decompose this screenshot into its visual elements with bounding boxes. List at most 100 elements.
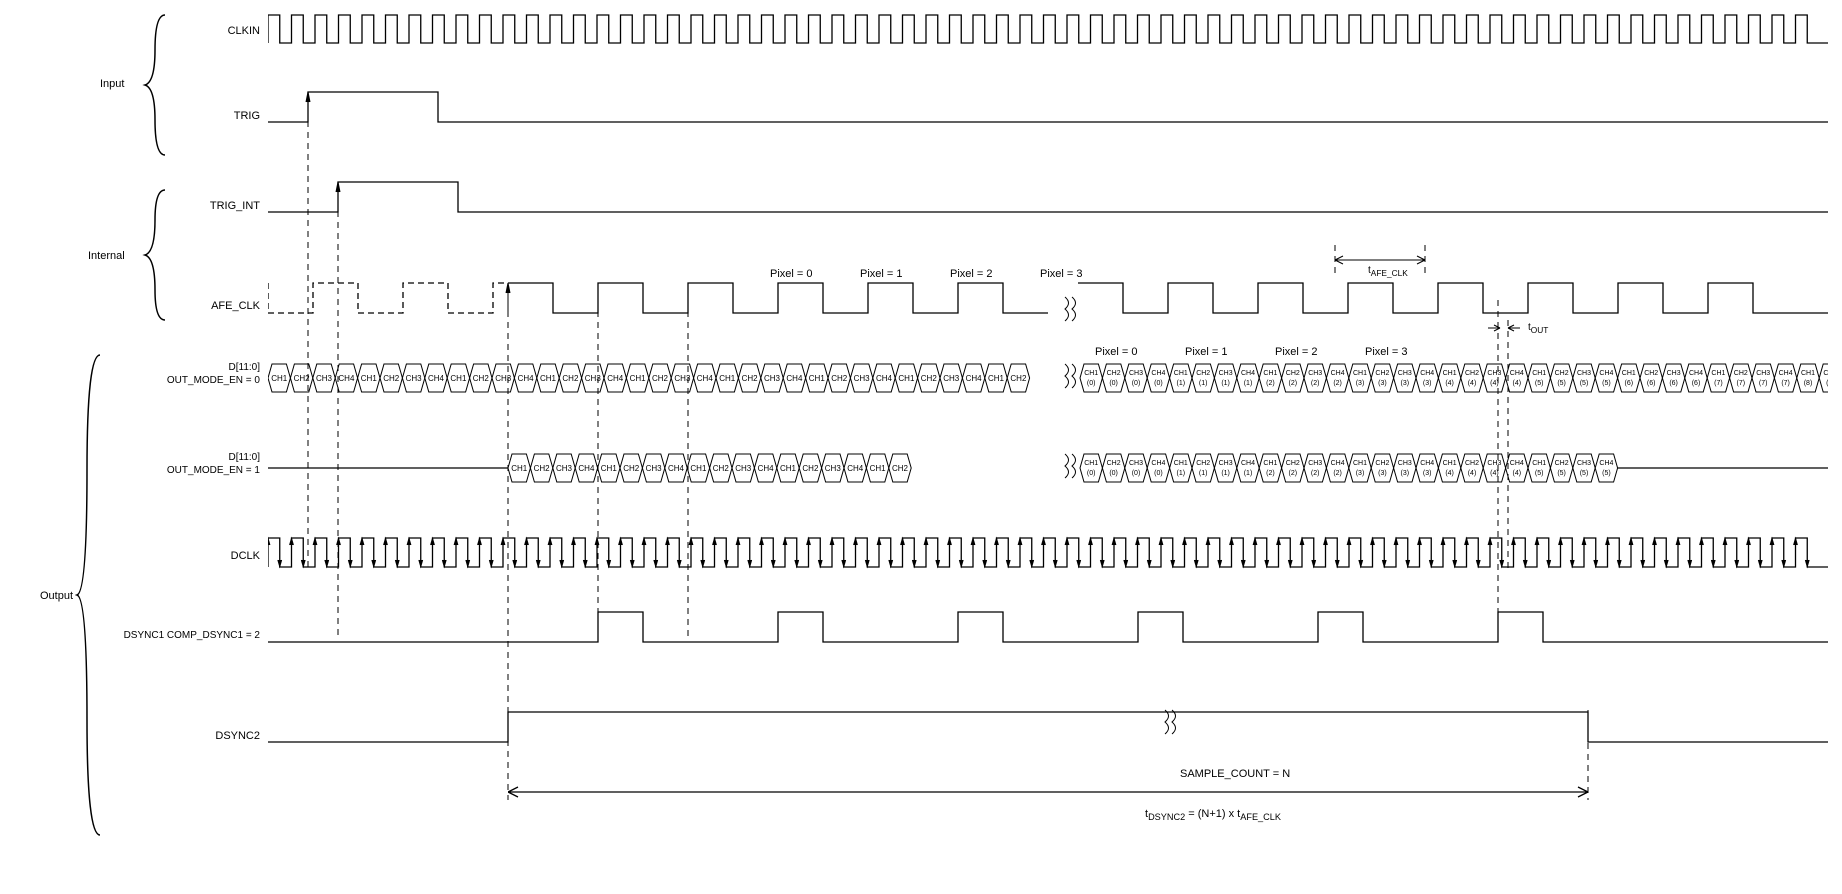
svg-text:(7): (7)	[1759, 380, 1768, 387]
waveform-d0: CH1 CH2 CH3 CH4 CH1 CH2 CH3 CH4 CH1 CH2 CH3 CH4 CH1 C…	[268, 360, 1828, 396]
svg-text:CH4: CH4	[578, 464, 595, 473]
svg-text:CH4: CH4	[518, 374, 535, 383]
pixel-label-afe-2: Pixel = 2	[950, 268, 993, 280]
svg-text:(0): (0)	[1087, 470, 1096, 477]
svg-text:(6): (6)	[1692, 380, 1701, 387]
svg-text:CH2: CH2	[1644, 370, 1658, 377]
svg-text:CH1: CH1	[690, 464, 707, 473]
svg-text:CH2: CH2	[1107, 460, 1121, 467]
waveform-dclk	[268, 535, 1828, 570]
svg-text:CH3: CH3	[1129, 370, 1143, 377]
svg-text:CH1: CH1	[719, 374, 736, 383]
svg-text:CH3: CH3	[854, 374, 871, 383]
svg-text:CH2: CH2	[1823, 370, 1828, 377]
svg-text:CH4: CH4	[1779, 370, 1793, 377]
svg-text:CH3: CH3	[735, 464, 752, 473]
svg-text:CH1: CH1	[1084, 370, 1098, 377]
svg-text:CH3: CH3	[1219, 460, 1233, 467]
svg-text:CH4: CH4	[668, 464, 685, 473]
svg-text:CH4: CH4	[786, 374, 803, 383]
svg-text:(4): (4)	[1468, 380, 1477, 387]
label-d1-2: OUT_MODE_EN = 1	[110, 465, 260, 476]
svg-text:CH2: CH2	[713, 464, 730, 473]
svg-text:CH4: CH4	[1689, 370, 1703, 377]
svg-text:CH4: CH4	[1420, 370, 1434, 377]
svg-text:CH2: CH2	[652, 374, 669, 383]
svg-text:CH1: CH1	[1174, 370, 1188, 377]
t-afe-clk-label: tAFE_CLK	[1368, 265, 1408, 278]
svg-text:(7): (7)	[1714, 380, 1723, 387]
svg-text:CH4: CH4	[876, 374, 893, 383]
svg-text:(4): (4)	[1490, 380, 1499, 387]
svg-text:(6): (6)	[1647, 380, 1656, 387]
svg-text:CH4: CH4	[1151, 370, 1165, 377]
svg-text:(3): (3)	[1378, 470, 1387, 477]
svg-text:CH4: CH4	[1599, 370, 1613, 377]
svg-text:CH1: CH1	[1084, 460, 1098, 467]
svg-text:CH1: CH1	[361, 374, 378, 383]
pixel-label-d0-0: Pixel = 0	[1095, 346, 1138, 358]
svg-text:(1): (1)	[1199, 380, 1208, 387]
label-clkin: CLKIN	[110, 25, 260, 37]
svg-text:CH2: CH2	[1196, 370, 1210, 377]
svg-text:CH3: CH3	[943, 374, 960, 383]
svg-text:CH4: CH4	[758, 464, 775, 473]
svg-text:CH2: CH2	[831, 374, 848, 383]
svg-text:(4): (4)	[1513, 470, 1522, 477]
svg-text:(5): (5)	[1557, 380, 1566, 387]
svg-text:CH2: CH2	[1107, 370, 1121, 377]
svg-text:CH3: CH3	[825, 464, 842, 473]
svg-text:CH2: CH2	[1196, 460, 1210, 467]
svg-text:CH1: CH1	[780, 464, 797, 473]
svg-text:CH2: CH2	[534, 464, 551, 473]
label-d1-1: D[11:0]	[110, 452, 260, 463]
svg-text:(3): (3)	[1378, 380, 1387, 387]
svg-text:(0): (0)	[1109, 380, 1118, 387]
svg-text:(1): (1)	[1177, 470, 1186, 477]
svg-text:CH3: CH3	[1667, 370, 1681, 377]
svg-text:CH2: CH2	[1734, 370, 1748, 377]
svg-text:(5): (5)	[1580, 380, 1589, 387]
svg-text:CH3: CH3	[1398, 370, 1412, 377]
svg-text:(4): (4)	[1490, 470, 1499, 477]
svg-text:(6): (6)	[1625, 380, 1634, 387]
group-label-input: Input	[100, 78, 124, 90]
svg-text:(0): (0)	[1132, 380, 1141, 387]
svg-text:(1): (1)	[1244, 380, 1253, 387]
svg-text:CH4: CH4	[1331, 370, 1345, 377]
svg-text:CH3: CH3	[556, 464, 573, 473]
svg-text:CH2: CH2	[1010, 374, 1027, 383]
svg-text:CH2: CH2	[1465, 370, 1479, 377]
pixel-label-afe-1: Pixel = 1	[860, 268, 903, 280]
svg-text:(0): (0)	[1132, 470, 1141, 477]
svg-text:(6): (6)	[1669, 380, 1678, 387]
svg-text:CH1: CH1	[1711, 370, 1725, 377]
svg-text:(8): (8)	[1804, 380, 1813, 387]
svg-text:CH1: CH1	[898, 374, 915, 383]
waveform-clkin	[268, 13, 1828, 48]
svg-text:CH4: CH4	[607, 374, 624, 383]
svg-text:(2): (2)	[1311, 470, 1320, 477]
svg-text:CH1: CH1	[1801, 370, 1815, 377]
svg-text:CH2: CH2	[383, 374, 400, 383]
svg-text:CH1: CH1	[1622, 370, 1636, 377]
svg-text:(4): (4)	[1445, 380, 1454, 387]
svg-text:(0): (0)	[1109, 470, 1118, 477]
svg-text:CH2: CH2	[1375, 370, 1389, 377]
sample-count-label: SAMPLE_COUNT = N	[1180, 768, 1290, 780]
svg-text:(3): (3)	[1401, 380, 1410, 387]
svg-text:CH3: CH3	[1487, 460, 1501, 467]
brace-output	[75, 350, 105, 840]
svg-text:(1): (1)	[1199, 470, 1208, 477]
svg-text:(3): (3)	[1356, 380, 1365, 387]
waveform-dsync1	[268, 610, 1828, 645]
svg-text:(2): (2)	[1266, 470, 1275, 477]
svg-text:CH4: CH4	[1599, 460, 1613, 467]
waveform-afe-clk	[268, 278, 1828, 318]
break-afe	[1062, 295, 1082, 325]
svg-text:CH3: CH3	[1308, 370, 1322, 377]
svg-text:CH2: CH2	[742, 374, 759, 383]
svg-text:(1): (1)	[1221, 380, 1230, 387]
svg-text:CH2: CH2	[921, 374, 938, 383]
svg-text:(1): (1)	[1244, 470, 1253, 477]
